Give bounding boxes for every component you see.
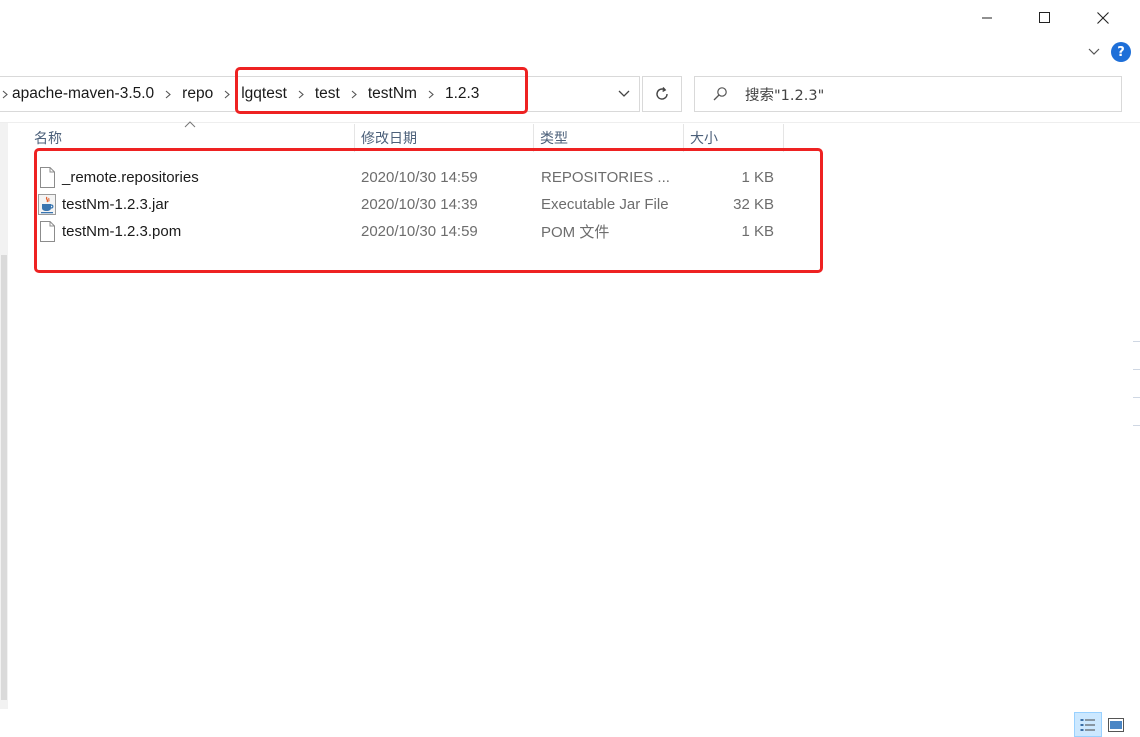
address-bar[interactable]: apache-maven-3.5.0 repo lgqtest test tes… [0,76,640,112]
column-header-type[interactable]: 类型 [540,124,683,152]
chevron-right-icon[interactable] [0,77,10,111]
breadcrumb-item[interactable]: test [313,85,342,103]
breadcrumb-item-current[interactable]: 1.2.3 [443,85,481,103]
file-date: 2020/10/30 14:59 [361,223,478,240]
chevron-right-icon[interactable] [215,77,239,111]
maximize-icon [1039,12,1050,23]
close-icon [1097,12,1109,24]
edge-divider [1133,369,1140,397]
column-header-name[interactable]: 名称 [34,124,354,152]
file-type: REPOSITORIES ... [541,169,670,186]
file-name[interactable]: _remote.repositories [62,164,199,191]
maximize-button[interactable] [1016,0,1074,36]
breadcrumb-item[interactable]: lgqtest [239,85,289,103]
chevron-right-icon[interactable] [342,77,366,111]
refresh-icon [656,87,668,100]
minimize-button[interactable] [958,0,1016,36]
file-row[interactable]: testNm-1.2.3.jar 2020/10/30 14:39 Execut… [34,191,794,218]
chevron-down-icon [618,90,630,97]
file-date: 2020/10/30 14:59 [361,169,478,186]
column-divider[interactable] [683,124,684,152]
edge-divider [1133,341,1140,369]
file-type: POM 文件 [541,224,610,241]
file-size: 32 KB [733,196,774,213]
column-header-size[interactable]: 大小 [690,124,783,152]
column-divider[interactable] [354,124,355,152]
navigation-bar: apache-maven-3.5.0 repo lgqtest test tes… [0,70,1140,118]
breadcrumb-item[interactable]: testNm [366,85,419,103]
file-size: 1 KB [741,169,774,186]
breadcrumb-item[interactable]: repo [180,85,215,103]
minimize-icon [982,17,992,19]
close-button[interactable] [1074,0,1132,36]
navigation-pane-scrollbar[interactable] [0,123,8,709]
chevron-right-icon[interactable] [156,77,180,111]
search-input[interactable]: 搜索"1.2.3" [694,76,1122,112]
chevron-down-icon [1088,48,1100,55]
large-icons-view-icon [1108,717,1124,732]
column-divider[interactable] [533,124,534,152]
refresh-button[interactable] [642,76,682,112]
file-date: 2020/10/30 14:39 [361,196,478,213]
column-header-label: 类型 [540,131,568,147]
column-header-date[interactable]: 修改日期 [361,124,533,152]
divider [0,122,1140,123]
address-history-button[interactable] [608,77,640,111]
file-icon [40,221,55,242]
column-header-label: 修改日期 [361,131,417,147]
breadcrumb: apache-maven-3.5.0 repo lgqtest test tes… [0,77,481,111]
file-type: Executable Jar File [541,196,669,213]
edge-divider [1133,397,1140,425]
chevron-right-icon[interactable] [419,77,443,111]
breadcrumb-item[interactable]: apache-maven-3.5.0 [10,85,156,103]
search-placeholder: 搜索"1.2.3" [745,87,825,104]
column-divider[interactable] [783,124,784,152]
column-header-label: 大小 [690,131,718,147]
chevron-right-icon[interactable] [289,77,313,111]
java-jar-icon [38,194,56,215]
file-name[interactable]: testNm-1.2.3.jar [62,191,169,218]
file-row[interactable]: testNm-1.2.3.pom 2020/10/30 14:59 POM 文件… [34,218,794,245]
search-icon [695,77,745,111]
edge-divider [1133,425,1140,453]
column-header-label: 名称 [34,131,62,147]
file-size: 1 KB [741,223,774,240]
file-row[interactable]: _remote.repositories 2020/10/30 14:59 RE… [34,164,794,191]
help-icon[interactable]: ? [1111,42,1131,62]
details-view-button[interactable] [1074,712,1102,737]
file-icon [40,167,55,188]
scrollbar-thumb[interactable] [1,255,7,700]
ribbon-expand-button[interactable] [1084,43,1104,61]
details-view-icon [1080,718,1095,731]
file-name[interactable]: testNm-1.2.3.pom [62,218,181,245]
large-icons-view-button[interactable] [1102,712,1130,737]
